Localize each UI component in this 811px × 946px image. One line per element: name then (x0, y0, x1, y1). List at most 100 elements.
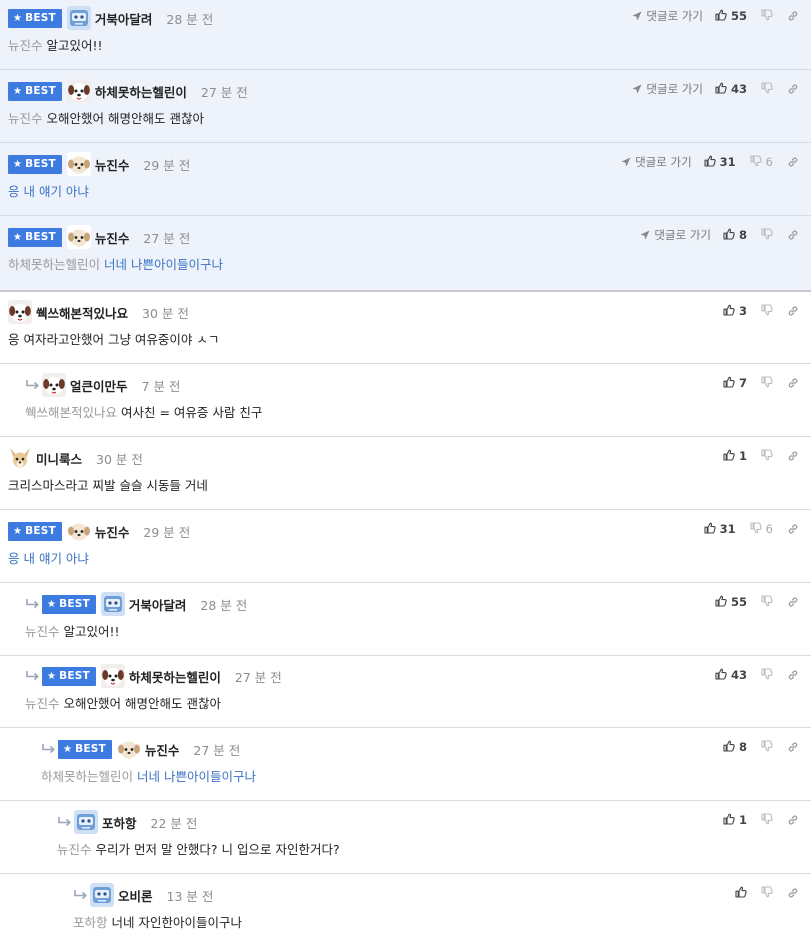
thumbs-up-icon (723, 813, 735, 828)
avatar-dog-face-icon[interactable] (100, 664, 125, 688)
author-name[interactable]: 뉴진수 (95, 155, 130, 174)
thumbs-up-icon (723, 304, 735, 319)
comment-body: 하체못하는헬린이 너네 나쁜아이들이구나 (8, 257, 223, 272)
link-icon[interactable] (787, 741, 799, 753)
mention[interactable]: 뉴진수 (8, 38, 43, 53)
avatar-blue-robot-icon[interactable] (90, 883, 114, 907)
comment-item: ★ BEST 뉴진수 29 분 전 응 내 얘기 아냐 댓글로 가기 31 6 (0, 143, 811, 216)
author-name[interactable]: 미니룩스 (36, 449, 82, 468)
dislike-button[interactable] (761, 227, 773, 243)
dislike-button[interactable]: 6 (750, 154, 773, 170)
link-icon[interactable] (787, 305, 799, 317)
author-name[interactable]: 포하항 (102, 813, 137, 832)
like-button[interactable]: 3 (723, 304, 747, 319)
dislike-button[interactable] (761, 885, 773, 901)
like-button[interactable]: 1 (723, 449, 747, 464)
mention[interactable]: 포하항 (73, 915, 108, 930)
author-name[interactable]: 뉴진수 (145, 740, 180, 759)
avatar-blue-robot-icon[interactable] (74, 810, 98, 834)
avatar-dog-face-icon[interactable] (8, 300, 32, 324)
like-button[interactable]: 1 (723, 813, 747, 828)
avatar-puppy-icon[interactable] (66, 152, 91, 176)
comment-actions: 1 (723, 446, 799, 466)
link-icon[interactable] (787, 814, 799, 826)
goto-comment-button[interactable]: 댓글로 가기 (640, 227, 711, 243)
author-name[interactable]: 거북아달려 (129, 595, 187, 614)
link-icon[interactable] (787, 450, 799, 462)
comment-item: ★ BEST 거북아달려 28 분 전 뉴진수 알고있어!! 댓글로 가기 55 (0, 0, 811, 70)
comment-actions: 3 (723, 301, 799, 321)
comment-actions: 55 (715, 592, 799, 612)
avatar-dog-face-icon[interactable] (42, 373, 66, 397)
like-button[interactable]: 31 (704, 155, 736, 170)
dislike-button[interactable] (761, 303, 773, 319)
like-button[interactable] (735, 886, 747, 901)
author-name[interactable]: 뉴진수 (95, 228, 130, 247)
like-button[interactable]: 31 (704, 522, 736, 537)
author-name[interactable]: 쒝쓰해본적있나요 (36, 303, 128, 322)
mention[interactable]: 쒝쓰해본적있나요 (25, 405, 117, 420)
dislike-button[interactable] (761, 812, 773, 828)
dislike-button[interactable] (761, 667, 773, 683)
avatar-dog-face-icon[interactable] (66, 79, 91, 103)
mention[interactable]: 하체못하는헬린이 (8, 257, 100, 272)
dislike-button[interactable] (761, 448, 773, 464)
comment-item: 쒝쓰해본적있나요 30 분 전 응 여자라고안했어 그냥 여유중이야 ㅅㄱ 3 (0, 292, 811, 364)
avatar-blue-robot-icon[interactable] (66, 6, 91, 30)
comment-time: 29 분 전 (143, 157, 191, 173)
star-icon: ★ (13, 525, 23, 537)
author-name[interactable]: 뉴진수 (95, 522, 130, 541)
comment-time: 22 분 전 (150, 815, 198, 831)
like-button[interactable]: 55 (715, 595, 747, 610)
avatar-puppy-icon[interactable] (66, 225, 91, 249)
dislike-button[interactable] (761, 8, 773, 24)
avatar-blue-robot-icon[interactable] (100, 592, 125, 616)
thumbs-down-icon (761, 227, 773, 243)
star-icon: ★ (13, 12, 23, 24)
mention[interactable]: 뉴진수 (57, 842, 92, 857)
mention[interactable]: 뉴진수 (25, 624, 60, 639)
comment-time: 7 분 전 (141, 378, 181, 394)
goto-comment-button[interactable]: 댓글로 가기 (632, 81, 703, 97)
link-icon[interactable] (787, 156, 799, 168)
link-icon[interactable] (787, 229, 799, 241)
dislike-button[interactable] (761, 81, 773, 97)
mention[interactable]: 하체못하는헬린이 (41, 769, 133, 784)
dislike-button[interactable] (761, 375, 773, 391)
mention[interactable]: 뉴진수 (8, 111, 43, 126)
author-name[interactable]: 오비론 (118, 886, 153, 905)
avatar-chihuahua-icon[interactable] (8, 446, 32, 470)
link-icon[interactable] (787, 10, 799, 22)
like-button[interactable]: 7 (723, 376, 747, 391)
link-icon[interactable] (787, 596, 799, 608)
link-icon[interactable] (787, 669, 799, 681)
author-name[interactable]: 얼큰이만두 (70, 376, 128, 395)
thumbs-down-icon (750, 154, 762, 170)
goto-comment-button[interactable]: 댓글로 가기 (632, 8, 703, 24)
goto-comment-button[interactable]: 댓글로 가기 (621, 154, 692, 170)
mention[interactable]: 뉴진수 (25, 696, 60, 711)
author-name[interactable]: 하체못하는헬린이 (129, 667, 221, 686)
dislike-button[interactable] (761, 594, 773, 610)
avatar-puppy-icon[interactable] (116, 737, 141, 761)
link-icon[interactable] (787, 83, 799, 95)
author-name[interactable]: 하체못하는헬린이 (95, 82, 187, 101)
star-icon: ★ (13, 85, 23, 97)
like-button[interactable]: 55 (715, 9, 747, 24)
thumbs-up-icon (723, 376, 735, 391)
author-name[interactable]: 거북아달려 (95, 9, 153, 28)
like-button[interactable]: 43 (715, 668, 747, 683)
dislike-button[interactable]: 6 (750, 521, 773, 537)
thumbs-down-icon (761, 448, 773, 464)
thumbs-down-icon (761, 667, 773, 683)
like-button[interactable]: 43 (715, 82, 747, 97)
like-button[interactable]: 8 (723, 740, 747, 755)
link-icon[interactable] (787, 887, 799, 899)
link-icon[interactable] (787, 523, 799, 535)
thumbs-up-icon (715, 9, 727, 24)
comment-item: ★ BEST 하체못하는헬린이 27 분 전 뉴진수 오해안했어 해명안해도 괜찮아… (0, 70, 811, 143)
link-icon[interactable] (787, 377, 799, 389)
dislike-button[interactable] (761, 739, 773, 755)
avatar-puppy-icon[interactable] (66, 519, 91, 543)
like-button[interactable]: 8 (723, 228, 747, 243)
